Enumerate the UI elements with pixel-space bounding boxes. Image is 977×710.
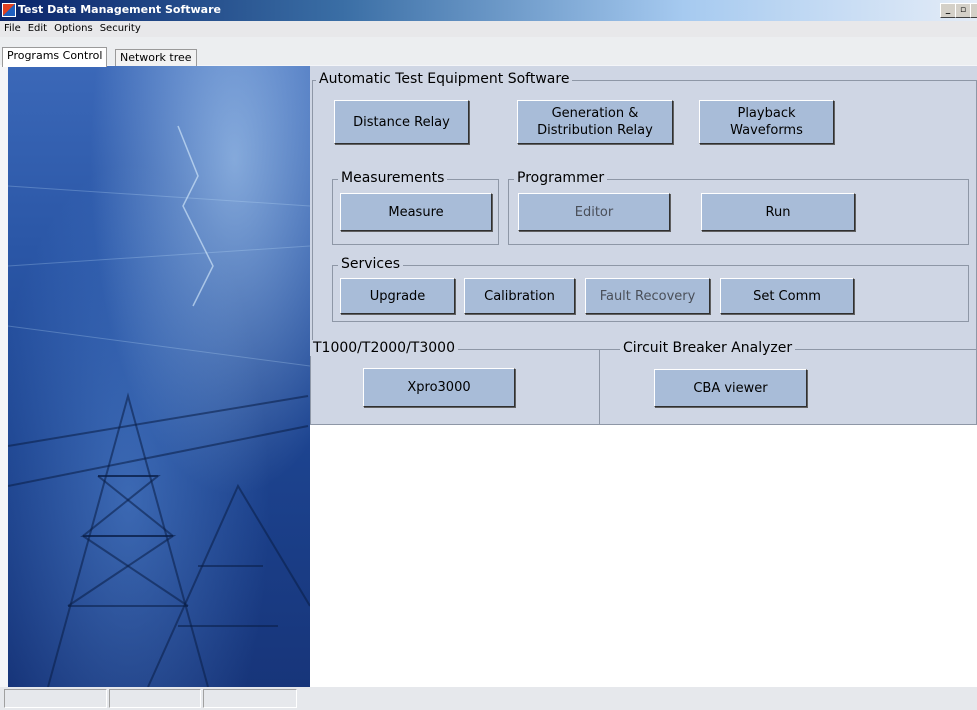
menu-edit[interactable]: Edit: [24, 21, 50, 34]
distance-relay-label: Distance Relay: [353, 114, 450, 130]
xpro3000-button[interactable]: Xpro3000: [363, 368, 515, 407]
playback-label-line1: Playback: [737, 106, 796, 121]
menu-options[interactable]: Options: [50, 21, 96, 34]
title-bar: Test Data Management Software _ ▫: [0, 0, 977, 21]
decorative-image: [8, 66, 310, 687]
maximize-icon[interactable]: ▫: [955, 3, 971, 18]
status-cell-1: [4, 689, 107, 708]
cba-viewer-button[interactable]: CBA viewer: [654, 369, 807, 407]
menu-bar: File Edit Options Security: [0, 21, 977, 37]
tab-network-tree[interactable]: Network tree: [115, 49, 197, 66]
app-icon: [2, 3, 16, 17]
playback-label-line2: Waveforms: [730, 123, 803, 138]
generation-label-line2: Distribution Relay: [537, 123, 653, 138]
measure-button[interactable]: Measure: [340, 193, 492, 231]
menu-file[interactable]: File: [0, 21, 24, 34]
set-comm-label: Set Comm: [753, 288, 821, 304]
playback-waveforms-button[interactable]: Playback Waveforms: [699, 100, 834, 144]
programmer-legend: Programmer: [514, 170, 608, 186]
distance-relay-button[interactable]: Distance Relay: [334, 100, 469, 144]
minimize-icon[interactable]: _: [940, 3, 956, 18]
status-cell-3: [203, 689, 297, 708]
xpro3000-label: Xpro3000: [407, 380, 471, 395]
status-cell-2: [109, 689, 201, 708]
fault-recovery-button[interactable]: Fault Recovery: [585, 278, 710, 314]
generation-label-line1: Generation &: [551, 106, 639, 121]
upgrade-label: Upgrade: [369, 288, 426, 304]
upgrade-button[interactable]: Upgrade: [340, 278, 455, 314]
set-comm-button[interactable]: Set Comm: [720, 278, 854, 314]
cba-legend: Circuit Breaker Analyzer: [620, 340, 796, 356]
editor-button[interactable]: Editor: [518, 193, 670, 231]
programs-control-panel: Automatic Test Equipment Software Distan…: [310, 66, 977, 425]
fault-recovery-label: Fault Recovery: [599, 288, 696, 304]
editor-label: Editor: [574, 204, 614, 220]
generation-distribution-relay-button[interactable]: Generation & Distribution Relay: [517, 100, 673, 144]
measure-label: Measure: [388, 204, 444, 220]
calibration-label: Calibration: [484, 288, 555, 304]
close-icon[interactable]: [970, 3, 977, 18]
menu-security[interactable]: Security: [96, 21, 144, 34]
calibration-button[interactable]: Calibration: [464, 278, 575, 314]
window-title: Test Data Management Software: [18, 3, 221, 16]
cba-viewer-label: CBA viewer: [693, 380, 768, 396]
power-tower-graphic: [8, 125, 310, 687]
empty-content-area: [310, 425, 977, 687]
measurements-legend: Measurements: [338, 170, 448, 186]
ate-legend: Automatic Test Equipment Software: [316, 71, 573, 87]
services-legend: Services: [338, 256, 404, 272]
tab-bar: Programs Control Network tree: [0, 37, 977, 67]
run-button[interactable]: Run: [701, 193, 855, 231]
status-bar: [0, 687, 977, 710]
tab-programs-control[interactable]: Programs Control: [2, 47, 108, 67]
t-series-legend: T1000/T2000/T3000: [310, 340, 458, 356]
run-label: Run: [765, 204, 791, 220]
